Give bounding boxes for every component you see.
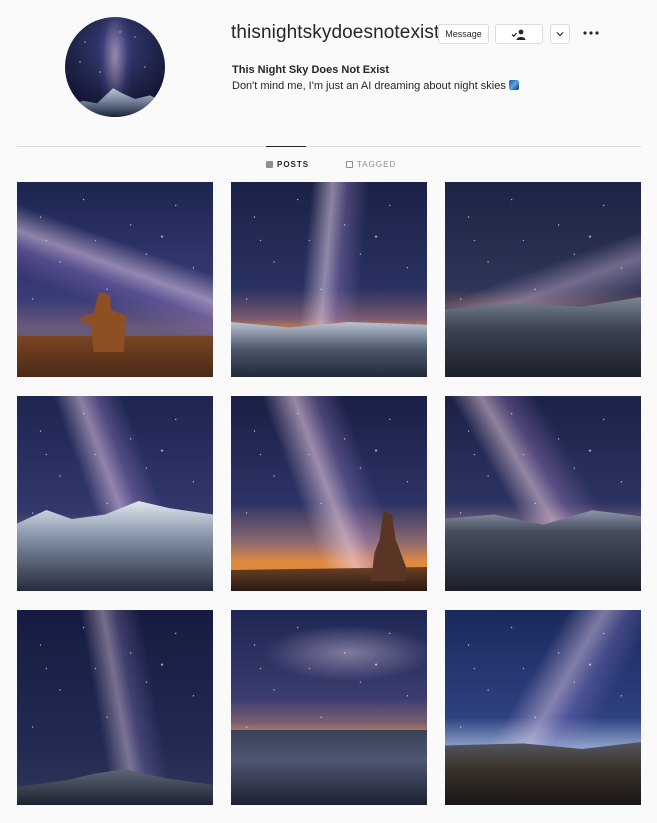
post-thumbnail[interactable]: [17, 396, 213, 591]
milky-way-emoji-icon: [508, 80, 519, 90]
post-thumbnail[interactable]: [231, 182, 427, 377]
post-thumbnail[interactable]: [445, 610, 641, 805]
profile-divider: [17, 146, 641, 147]
bio-text: Don't mind me, I'm just an AI dreaming a…: [232, 80, 506, 92]
post-thumbnail[interactable]: [17, 182, 213, 377]
more-options-button[interactable]: [582, 26, 600, 40]
tag-icon: [346, 161, 353, 168]
post-thumbnail[interactable]: [445, 396, 641, 591]
tab-tagged-label: TAGGED: [357, 160, 397, 169]
following-button[interactable]: [495, 24, 543, 44]
tab-tagged[interactable]: TAGGED: [346, 160, 396, 169]
dropdown-button[interactable]: [550, 24, 570, 44]
post-thumbnail[interactable]: [445, 182, 641, 377]
bio: Don't mind me, I'm just an AI dreaming a…: [232, 80, 519, 92]
username: thisnightskydoesnotexist: [231, 22, 440, 43]
post-thumbnail[interactable]: [17, 610, 213, 805]
post-thumbnail[interactable]: [231, 396, 427, 591]
post-thumbnail[interactable]: [231, 610, 427, 805]
message-button[interactable]: Message: [438, 24, 489, 44]
avatar[interactable]: [65, 17, 165, 117]
active-tab-indicator: [266, 146, 306, 147]
tab-posts-label: POSTS: [277, 160, 310, 169]
more-dots-icon: [583, 31, 599, 35]
grid-icon: [266, 161, 273, 168]
person-check-icon: [511, 29, 526, 40]
tab-posts[interactable]: POSTS: [266, 160, 309, 169]
chevron-down-icon: [556, 32, 564, 37]
display-name: This Night Sky Does Not Exist: [232, 64, 390, 76]
